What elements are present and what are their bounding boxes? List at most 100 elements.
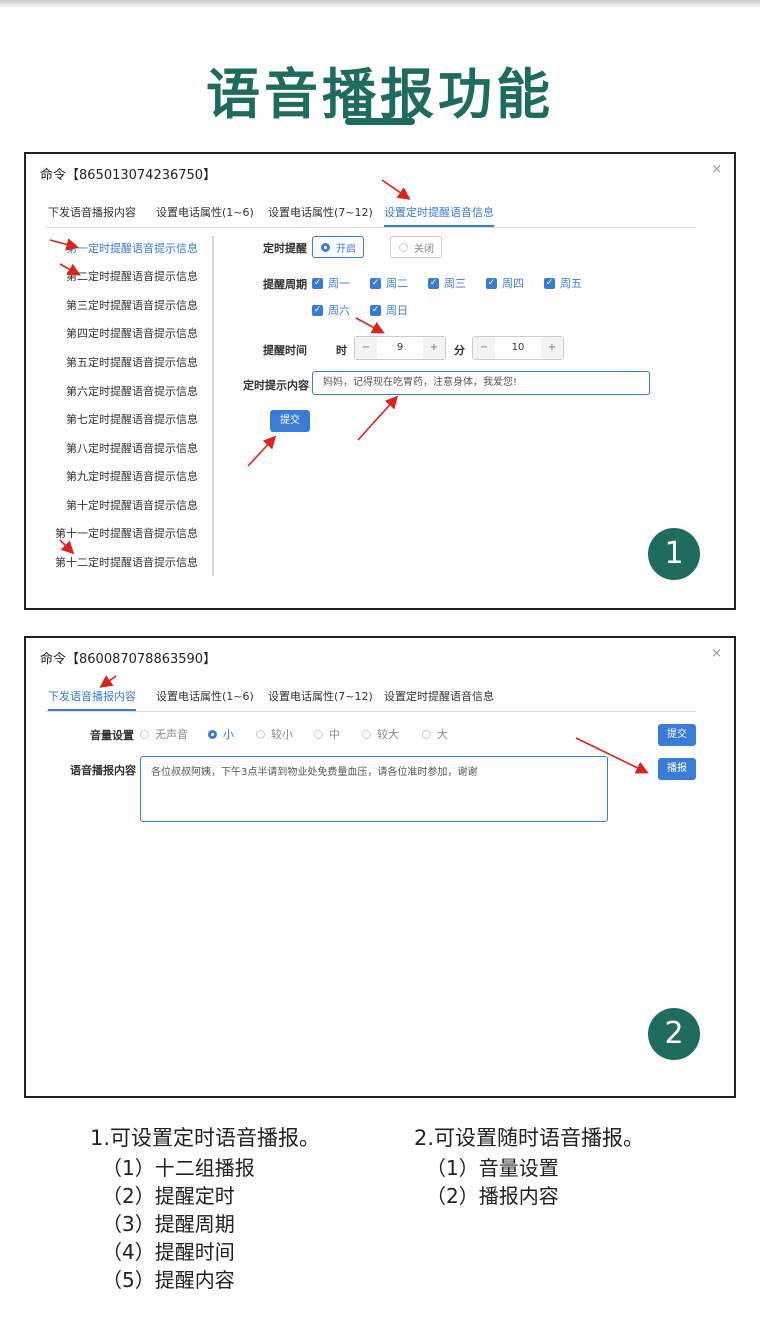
list-item[interactable]: 第四定时提醒语音提示信息 (66, 325, 198, 341)
list-item[interactable]: 第一定时提醒语音提示信息 (66, 240, 198, 256)
plus-icon[interactable]: + (423, 337, 445, 359)
arrow-icon (355, 317, 385, 334)
tab-timed-reminder[interactable]: 设置定时提醒语音信息 (384, 204, 494, 227)
reminder-off-radio[interactable]: 关闭 (390, 236, 442, 258)
check-icon: ✓ (370, 304, 381, 316)
content-label: 定时提示内容 (243, 379, 309, 392)
minute-value[interactable]: 10 (495, 337, 541, 359)
tab-voice-broadcast[interactable]: 下发语音播报内容 (48, 204, 136, 220)
tab-timed-reminder[interactable]: 设置定时提醒语音信息 (384, 688, 494, 704)
day-checkbox[interactable]: ✓ 周一 (312, 275, 350, 291)
list-item[interactable]: 第二定时提醒语音提示信息 (66, 268, 198, 284)
hour-value[interactable]: 9 (377, 337, 423, 359)
voice-broadcast-dialog: 命令【860087078863590】 × 下发语音播报内容 设置电话属性(1~… (24, 636, 736, 1098)
tab-phone-1-6[interactable]: 设置电话属性(1~6) (156, 204, 254, 220)
volume-option-label: 大 (437, 728, 448, 741)
plus-icon[interactable]: + (541, 337, 563, 359)
notes-item: （4）提醒时间 (102, 1240, 235, 1264)
day-label: 周三 (444, 277, 466, 290)
notes-item: （5）提醒内容 (102, 1268, 235, 1292)
notes-item: （1）音量设置 (426, 1156, 559, 1180)
volume-option-label: 中 (329, 728, 340, 741)
list-item[interactable]: 第三定时提醒语音提示信息 (66, 297, 198, 313)
list-item[interactable]: 第七定时提醒语音提示信息 (66, 411, 198, 427)
timed-reminder-dialog: 命令【865013074236750】 × 下发语音播报内容 设置电话属性(1~… (24, 152, 736, 610)
day-checkbox[interactable]: ✓ 周三 (428, 275, 466, 291)
notes-timed: 1.可设置定时语音播报。 （1）十二组播报 （2）提醒定时 （3）提醒周期 （4… (90, 1122, 320, 1294)
reminder-label: 定时提醒 (263, 242, 307, 255)
arrow-icon (381, 179, 411, 200)
time-label: 提醒时间 (263, 344, 307, 357)
day-checkbox[interactable]: ✓ 周五 (544, 275, 582, 291)
list-item[interactable]: 第五定时提醒语音提示信息 (66, 354, 198, 370)
submit-button[interactable]: 提交 (270, 410, 310, 432)
volume-option-medium[interactable]: 中 (314, 726, 340, 742)
radio-dot-icon (208, 729, 217, 739)
day-label: 周二 (386, 277, 408, 290)
step-badge: 1 (648, 528, 700, 580)
close-icon[interactable]: × (711, 646, 722, 661)
notes-item: （3）提醒周期 (102, 1212, 235, 1236)
day-label: 周六 (328, 304, 350, 317)
reminder-list: 第一定时提醒语音提示信息 第二定时提醒语音提示信息 第三定时提醒语音提示信息 第… (46, 236, 214, 576)
arrow-icon (357, 395, 399, 441)
dialog-title: 命令【865013074236750】 (40, 168, 217, 183)
volume-option-mute[interactable]: 无声音 (140, 726, 188, 742)
minute-stepper[interactable]: − 10 + (472, 336, 564, 360)
list-item[interactable]: 第十一定时提醒语音提示信息 (55, 525, 198, 541)
notes-item: （2）播报内容 (426, 1184, 559, 1208)
day-label: 周一 (328, 277, 350, 290)
notes-heading: 2.可设置随时语音播报。 (414, 1126, 645, 1150)
dialog-title: 命令【860087078863590】 (40, 652, 217, 667)
volume-option-large[interactable]: 大 (422, 726, 448, 742)
close-icon[interactable]: × (711, 162, 722, 177)
minute-unit: 分 (454, 344, 465, 357)
day-checkbox[interactable]: ✓ 周六 (312, 302, 350, 318)
broadcast-content-label: 语音播报内容 (70, 764, 136, 777)
check-icon: ✓ (486, 277, 497, 289)
list-item[interactable]: 第八定时提醒语音提示信息 (66, 440, 198, 456)
list-item[interactable]: 第十二定时提醒语音提示信息 (55, 554, 198, 570)
play-button[interactable]: 播报 (658, 758, 696, 780)
tab-phone-1-6[interactable]: 设置电话属性(1~6) (156, 688, 254, 704)
reminder-on-label: 开启 (336, 243, 356, 255)
broadcast-content-textarea[interactable]: 各位叔叔阿姨，下午3点半请到物业处免费量血压，请各位准时参加，谢谢 (140, 756, 608, 822)
submit-button[interactable]: 提交 (658, 724, 696, 746)
day-checkbox[interactable]: ✓ 周二 (370, 275, 408, 291)
hour-unit: 时 (336, 344, 347, 357)
radio-dot-icon (399, 242, 408, 252)
radio-dot-icon (314, 729, 323, 739)
list-item[interactable]: 第九定时提醒语音提示信息 (66, 468, 198, 484)
check-icon: ✓ (312, 277, 323, 289)
reminder-on-radio[interactable]: 开启 (312, 236, 364, 258)
tab-phone-7-12[interactable]: 设置电话属性(7~12) (268, 688, 373, 704)
check-icon: ✓ (428, 277, 439, 289)
tab-bar: 下发语音播报内容 设置电话属性(1~6) 设置电话属性(7~12) 设置定时提醒… (46, 202, 696, 228)
tab-phone-7-12[interactable]: 设置电话属性(7~12) (268, 204, 373, 220)
volume-option-label: 较小 (271, 728, 293, 741)
day-label: 周五 (560, 277, 582, 290)
minus-icon[interactable]: − (473, 337, 495, 359)
arrow-icon (247, 435, 277, 467)
volume-label: 音量设置 (90, 729, 134, 742)
volume-option-label: 无声音 (155, 728, 188, 741)
radio-dot-icon (321, 242, 330, 252)
day-checkbox[interactable]: ✓ 周日 (370, 302, 408, 318)
radio-dot-icon (362, 729, 371, 739)
volume-option-small[interactable]: 小 (208, 726, 234, 742)
tab-voice-broadcast[interactable]: 下发语音播报内容 (48, 688, 136, 711)
volume-option-smaller[interactable]: 较小 (256, 726, 293, 742)
volume-option-larger[interactable]: 较大 (362, 726, 399, 742)
check-icon: ✓ (312, 304, 323, 316)
day-checkbox[interactable]: ✓ 周四 (486, 275, 524, 291)
list-item[interactable]: 第十定时提醒语音提示信息 (66, 497, 198, 513)
title-underline (345, 118, 415, 125)
list-item[interactable]: 第六定时提醒语音提示信息 (66, 383, 198, 399)
radio-dot-icon (256, 729, 265, 739)
notes-item: （2）提醒定时 (102, 1184, 235, 1208)
top-strip (0, 0, 760, 7)
reminder-content-input[interactable]: 妈妈，记得现在吃胃药，注意身体，我爱您! (312, 371, 650, 395)
hour-stepper[interactable]: − 9 + (354, 336, 446, 360)
minus-icon[interactable]: − (355, 337, 377, 359)
check-icon: ✓ (370, 277, 381, 289)
